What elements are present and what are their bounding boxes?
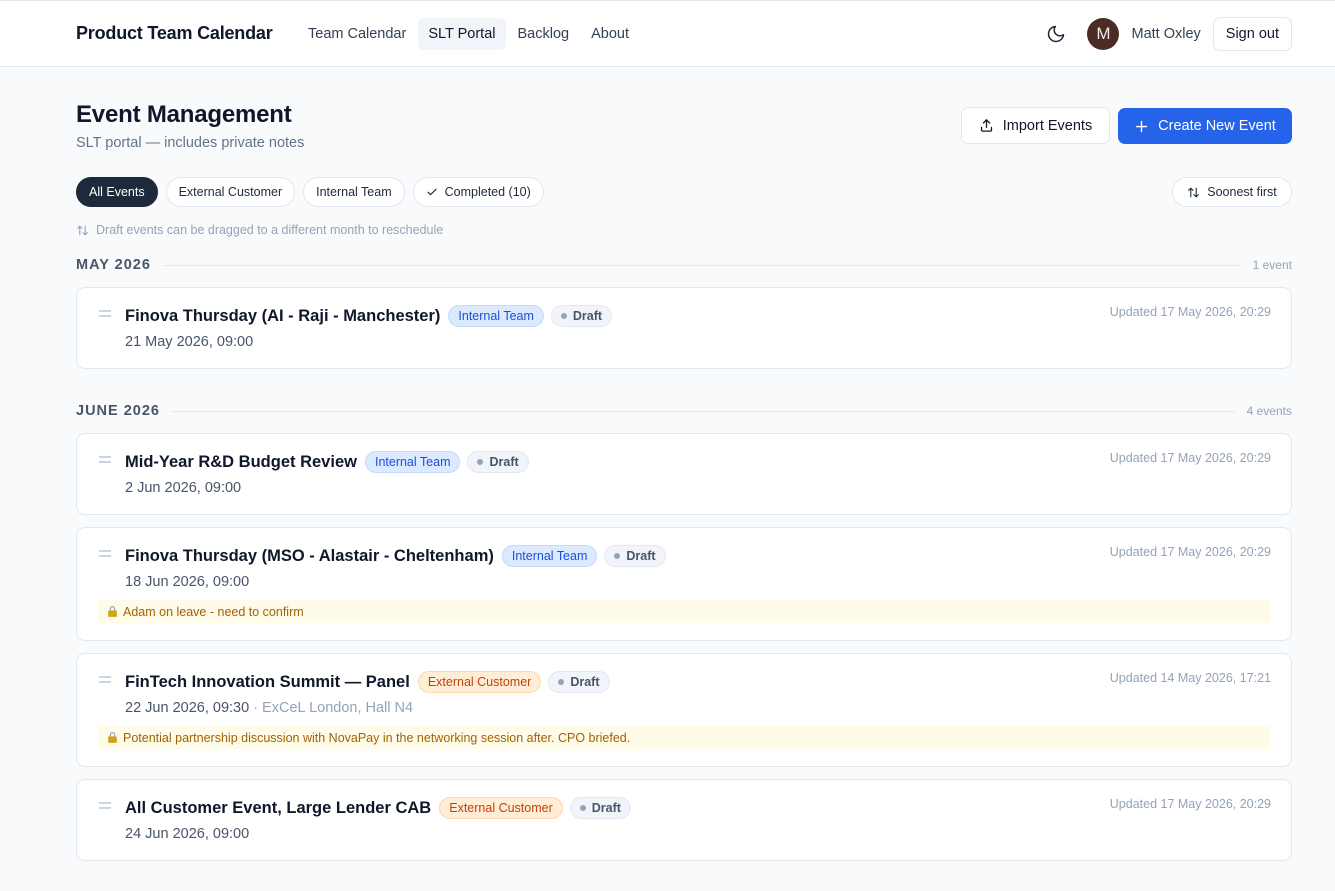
status-dot-icon <box>614 553 621 559</box>
month-header-may: MAY 2026 1 event <box>76 257 1292 273</box>
filter-completed-label: Completed (10) <box>444 185 531 199</box>
sort-arrows-icon <box>1188 187 1200 197</box>
drag-handle-icon[interactable] <box>99 310 111 318</box>
event-date: 21 May 2026, 09:00 <box>125 334 254 350</box>
private-note-text: Adam on leave - need to confirm <box>123 604 304 619</box>
main-nav: Team Calendar SLT Portal Backlog About <box>298 18 641 50</box>
category-badge: External Customer <box>417 671 542 693</box>
sort-button[interactable]: Soonest first <box>1172 177 1292 207</box>
private-note: Potential partnership discussion with No… <box>97 726 1271 749</box>
event-title-row: Finova Thursday (MSO - Alastair - Chelte… <box>125 545 673 567</box>
event-date: 2 Jun 2026, 09:00 <box>125 480 242 496</box>
drag-handle-icon[interactable] <box>99 550 111 558</box>
avatar[interactable]: M <box>1087 18 1120 50</box>
event-title: All Customer Event, Large Lender CAB <box>125 798 432 817</box>
nav-about[interactable]: About <box>581 18 639 50</box>
filter-completed[interactable]: Completed (10) <box>412 177 544 207</box>
filter-external-customer[interactable]: External Customer <box>165 177 296 207</box>
status-badge: Draft <box>550 305 613 327</box>
event-updated: Updated 14 May 2026, 17:21 <box>1109 671 1271 685</box>
event-updated: Updated 17 May 2026, 20:29 <box>1109 305 1271 319</box>
month-label: MAY 2026 <box>76 257 151 273</box>
top-nav-bar: Product Team Calendar Team Calendar SLT … <box>0 1 1335 67</box>
nav-backlog[interactable]: Backlog <box>508 18 580 50</box>
import-events-label: Import Events <box>1002 117 1093 134</box>
event-card[interactable]: Mid-Year R&D Budget Review Internal Team… <box>76 433 1292 515</box>
status-label: Draft <box>572 309 603 323</box>
sign-out-button[interactable]: Sign out <box>1212 17 1292 51</box>
moon-icon[interactable] <box>1045 23 1067 45</box>
event-date: 22 Jun 2026, 09:30 <box>125 700 250 716</box>
event-card[interactable]: FinTech Innovation Summit — Panel Extern… <box>76 653 1292 767</box>
category-badge: External Customer <box>439 797 563 819</box>
nav-slt-portal[interactable]: SLT Portal <box>418 18 506 50</box>
divider <box>162 264 1241 266</box>
event-date-line: 22 Jun 2026, 09:30 · ExCeL London, Hall … <box>125 700 413 716</box>
check-icon <box>427 188 437 196</box>
divider <box>171 410 1235 412</box>
event-updated: Updated 17 May 2026, 20:29 <box>1109 545 1271 559</box>
status-dot-icon <box>579 805 586 811</box>
drag-hint-text: Draft events can be dragged to a differe… <box>96 223 444 237</box>
sort-label: Soonest first <box>1207 185 1277 199</box>
month-label: JUNE 2026 <box>76 403 160 419</box>
lock-icon <box>108 732 117 743</box>
import-events-button[interactable]: Import Events <box>961 107 1110 144</box>
event-updated: Updated 17 May 2026, 20:29 <box>1109 451 1271 465</box>
event-title-row: FinTech Innovation Summit — Panel Extern… <box>125 671 617 693</box>
status-dot-icon <box>558 679 565 685</box>
month-header-june: JUNE 2026 4 events <box>76 403 1292 419</box>
nav-team-calendar[interactable]: Team Calendar <box>298 18 416 50</box>
category-badge: Internal Team <box>364 451 461 473</box>
month-event-count: 1 event <box>1252 258 1292 272</box>
plus-icon <box>1135 120 1148 132</box>
drag-handle-icon[interactable] <box>99 456 111 464</box>
drag-handle-icon[interactable] <box>99 676 111 684</box>
filter-all-events[interactable]: All Events <box>76 177 158 207</box>
lock-icon <box>108 606 117 617</box>
event-card[interactable]: Finova Thursday (AI - Raji - Manchester)… <box>76 287 1292 369</box>
status-dot-icon <box>560 313 567 319</box>
filter-chips: All Events External Customer Internal Te… <box>76 177 552 207</box>
private-note-text: Potential partnership discussion with No… <box>123 730 631 745</box>
month-event-count: 4 events <box>1246 404 1292 418</box>
page-title: Event Management <box>76 101 292 128</box>
status-badge: Draft <box>467 451 529 473</box>
event-title: Mid-Year R&D Budget Review <box>125 452 357 471</box>
status-label: Draft <box>570 675 600 689</box>
status-badge: Draft <box>604 545 666 567</box>
create-event-label: Create New Event <box>1158 118 1276 134</box>
event-title-row: Mid-Year R&D Budget Review Internal Team… <box>125 451 536 473</box>
status-badge: Draft <box>569 797 631 819</box>
category-badge: Internal Team <box>448 305 544 327</box>
user-name: Matt Oxley <box>1131 26 1201 42</box>
event-updated: Updated 17 May 2026, 20:29 <box>1109 797 1271 811</box>
status-label: Draft <box>489 455 519 469</box>
event-date: 24 Jun 2026, 09:00 <box>125 826 250 842</box>
drag-arrows-icon <box>77 225 88 235</box>
upload-icon <box>980 119 992 132</box>
event-card[interactable]: All Customer Event, Large Lender CAB Ext… <box>76 779 1292 861</box>
drag-hint: Draft events can be dragged to a differe… <box>76 223 443 237</box>
event-title-row: All Customer Event, Large Lender CAB Ext… <box>125 797 638 819</box>
event-card[interactable]: Finova Thursday (MSO - Alastair - Chelte… <box>76 527 1292 641</box>
event-title: Finova Thursday (MSO - Alastair - Chelte… <box>125 546 494 565</box>
page-subtitle: SLT portal — includes private notes <box>76 135 305 151</box>
event-title: Finova Thursday (AI - Raji - Manchester) <box>125 306 441 325</box>
header-actions: M Matt Oxley Sign out <box>1045 17 1292 51</box>
status-label: Draft <box>591 801 621 815</box>
event-date: 18 Jun 2026, 09:00 <box>125 574 250 590</box>
filter-internal-team[interactable]: Internal Team <box>303 177 405 207</box>
event-location: · ExCeL London, Hall N4 <box>249 700 414 716</box>
event-title-row: Finova Thursday (AI - Raji - Manchester)… <box>125 305 619 327</box>
category-badge: Internal Team <box>501 545 598 567</box>
drag-handle-icon[interactable] <box>99 802 111 810</box>
status-dot-icon <box>477 459 484 465</box>
status-label: Draft <box>626 549 656 563</box>
brand-title[interactable]: Product Team Calendar <box>76 23 273 44</box>
private-note: Adam on leave - need to confirm <box>97 600 1271 623</box>
event-title: FinTech Innovation Summit — Panel <box>125 672 410 691</box>
create-event-button[interactable]: Create New Event <box>1118 108 1292 144</box>
status-badge: Draft <box>548 671 610 693</box>
